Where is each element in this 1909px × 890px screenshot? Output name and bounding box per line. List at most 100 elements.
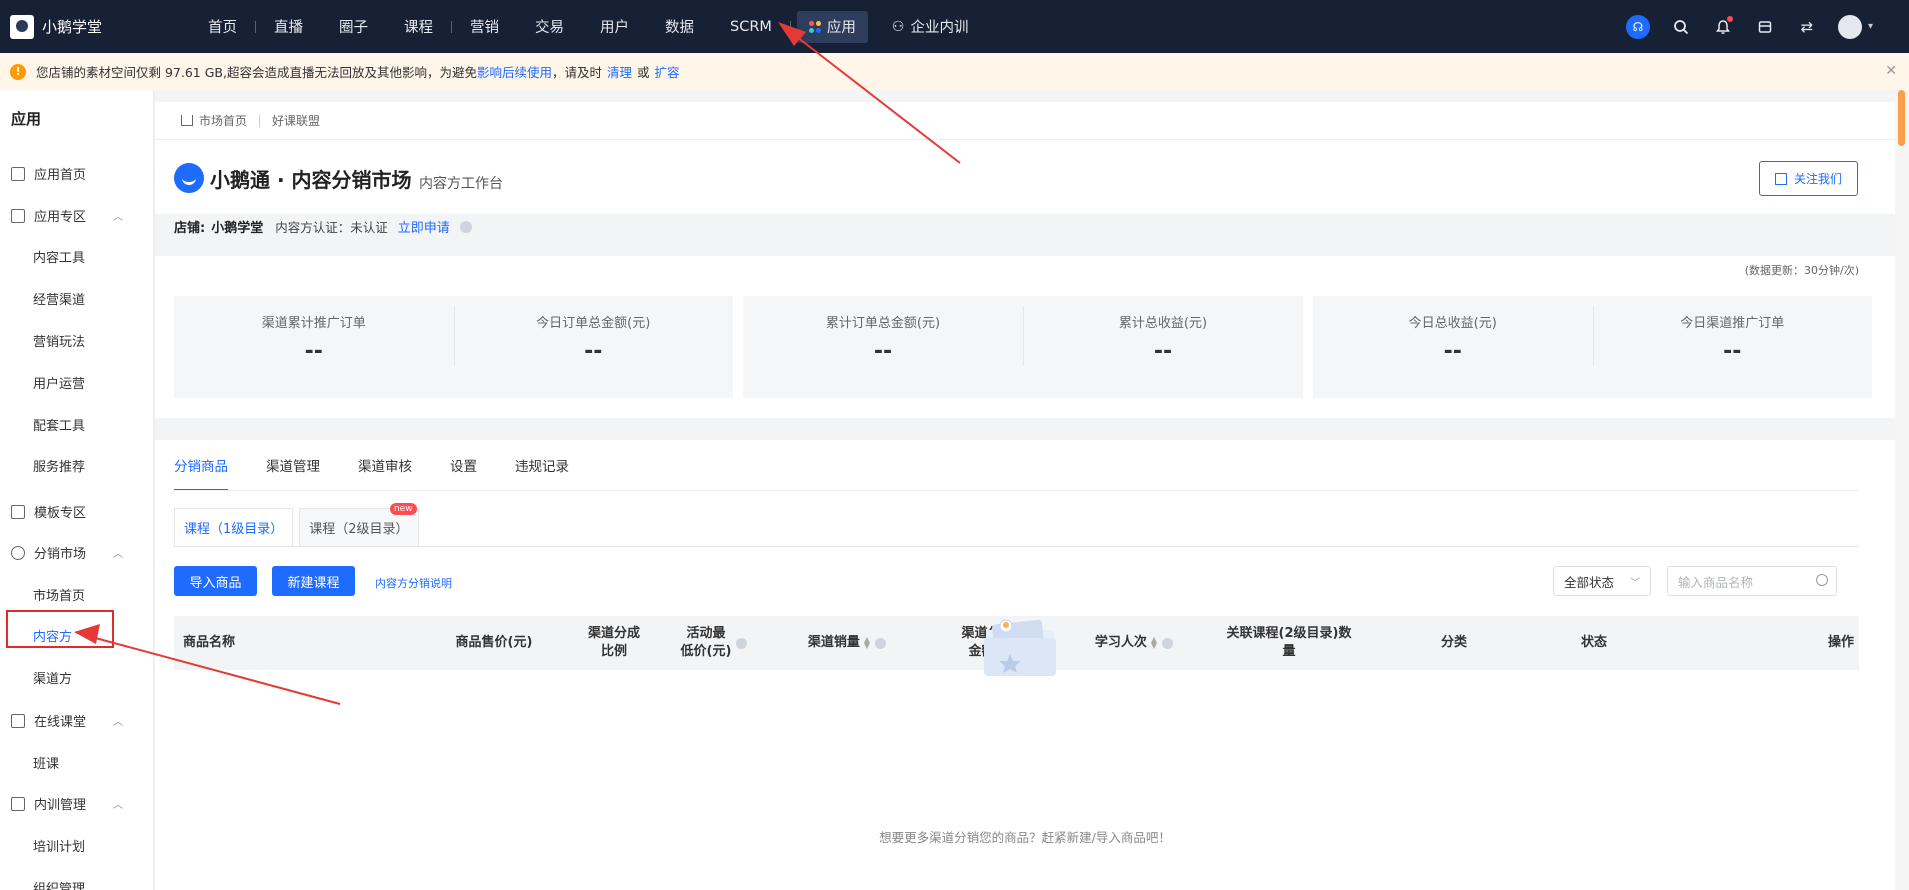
- customer-service-icon[interactable]: ☊: [1625, 14, 1650, 39]
- brand[interactable]: 小鹅学堂: [0, 14, 190, 39]
- empty-folder-illustration: [984, 619, 1056, 676]
- th-channel-sales[interactable]: 渠道销量 ▲ ▼: [792, 616, 902, 670]
- distribution-icon: [11, 545, 25, 560]
- tab-channel-review[interactable]: 渠道审核: [358, 440, 412, 490]
- tab-channel-management[interactable]: 渠道管理: [266, 440, 320, 490]
- alert-text-mid: ，请及时: [551, 65, 602, 80]
- nav-item-users[interactable]: 用户: [582, 0, 647, 53]
- follow-us-button[interactable]: 关注我们: [1759, 161, 1858, 196]
- nav-item-enterprise-training[interactable]: ⚇ 企业内训: [874, 0, 987, 53]
- sidebar-group-internal-training[interactable]: 内训管理 ︿: [0, 794, 155, 813]
- subtab-course-level-2[interactable]: 课程（2级目录） new: [299, 503, 419, 546]
- sort-icon[interactable]: ▲ ▼: [864, 636, 870, 650]
- stat-value: --: [1153, 339, 1173, 364]
- page-subtitle: 内容方工作台: [419, 176, 503, 192]
- apps-icon: [11, 166, 25, 181]
- search-icon[interactable]: [1816, 574, 1828, 586]
- tab-violation-records[interactable]: 违规记录: [515, 440, 569, 490]
- sidebar-item-marketing-play[interactable]: 营销玩法: [0, 331, 155, 350]
- sidebar-item-class-course[interactable]: 班课: [0, 753, 155, 772]
- search-icon[interactable]: [1670, 16, 1692, 38]
- status-filter-select[interactable]: 全部状态 ﹀: [1553, 566, 1651, 596]
- sort-icon[interactable]: ▲ ▼: [1151, 636, 1157, 650]
- th-learners[interactable]: 学习人次 ▲ ▼: [1084, 616, 1184, 670]
- stat-today-channel-orders: 今日渠道推广订单 --: [1592, 296, 1873, 398]
- empty-state-text: 想要更多渠道分销您的商品？赶紧新建/导入商品吧！: [879, 830, 1171, 845]
- nav-item-trade[interactable]: 交易: [517, 0, 582, 53]
- sidebar-item-org-management[interactable]: 组织管理: [0, 878, 155, 890]
- stats-card: (数据更新：30分钟/次) 渠道累计推广订单 -- 今日订单总金额(元) -- …: [155, 256, 1895, 418]
- stat-label: 今日渠道推广订单: [1680, 316, 1785, 331]
- sidebar-item-support-tools[interactable]: 配套工具: [0, 415, 155, 434]
- sidebar-group-distribution-market[interactable]: 分销市场 ︿: [0, 543, 155, 562]
- sidebar-item-user-ops[interactable]: 用户运营: [0, 373, 155, 392]
- avatar[interactable]: [1837, 14, 1862, 39]
- sidebar-item-market-home[interactable]: 市场首页: [0, 585, 155, 604]
- nav-item-scrm[interactable]: SCRM: [712, 0, 790, 53]
- create-course-button[interactable]: 新建课程: [272, 566, 355, 596]
- breadcrumb-good-course-alliance[interactable]: 好课联盟: [272, 112, 320, 129]
- apply-now-link[interactable]: 立即申请: [398, 217, 450, 236]
- sidebar-item-channel-provider[interactable]: 渠道方: [0, 668, 155, 687]
- sidebar-group-app-zone[interactable]: 应用专区 ︿: [0, 206, 155, 225]
- scrollbar-thumb[interactable]: [1898, 90, 1905, 146]
- sidebar-item-content-tools[interactable]: 内容工具: [0, 247, 155, 266]
- nav-item-course[interactable]: 课程: [386, 0, 451, 53]
- sidebar: 应用 应用首页 应用专区 ︿ 内容工具 经营渠道 营销玩法 用户运营 配套工具 …: [0, 90, 155, 890]
- new-badge: new: [389, 503, 417, 515]
- nav-item-apps[interactable]: 应用: [796, 10, 868, 43]
- sidebar-item-service-recommend[interactable]: 服务推荐: [0, 456, 155, 475]
- close-icon[interactable]: ✕: [1885, 63, 1897, 79]
- bell-icon[interactable]: [1712, 15, 1734, 38]
- stat-channel-total-orders: 渠道累计推广订单 --: [174, 296, 454, 398]
- vertical-scrollbar[interactable]: [1895, 90, 1909, 890]
- stat-value: --: [584, 339, 603, 364]
- product-search-input[interactable]: 输入商品名称: [1667, 566, 1837, 596]
- th-category: 分类: [1440, 635, 1467, 650]
- stat-label: 累计总收益(元): [1118, 316, 1208, 331]
- org-tree-icon: ⚇: [891, 18, 905, 35]
- warning-icon: !: [10, 63, 26, 80]
- sidebar-item-training-plan[interactable]: 培训计划: [0, 836, 155, 855]
- nav-item-circle[interactable]: 圈子: [321, 0, 386, 53]
- notification-dot: [1726, 15, 1733, 22]
- help-icon[interactable]: [875, 637, 887, 649]
- shop-info: 店铺: 小鹅学堂 内容方认证：未认证 立即申请: [174, 217, 472, 236]
- sidebar-item-label: 应用专区: [34, 210, 87, 225]
- help-icon[interactable]: [736, 637, 748, 649]
- sidebar-group-templates[interactable]: 模板专区: [0, 502, 155, 521]
- app-zone-icon: [11, 208, 25, 223]
- alert-clean-link[interactable]: 清理: [607, 62, 632, 81]
- market-logo-icon: [174, 163, 204, 193]
- chevron-up-icon: ︿: [113, 549, 123, 560]
- alert-expand-link[interactable]: 扩容: [655, 62, 680, 81]
- stat-value: --: [304, 339, 323, 364]
- import-products-button[interactable]: 导入商品: [174, 566, 257, 596]
- alert-impact-link[interactable]: 影响后续使用: [477, 62, 552, 81]
- switch-icon[interactable]: ⇄: [1796, 16, 1818, 38]
- sidebar-item-business-channels[interactable]: 经营渠道: [0, 289, 155, 308]
- stat-value: --: [873, 339, 893, 364]
- tab-settings[interactable]: 设置: [450, 440, 477, 490]
- help-icon[interactable]: [1162, 637, 1174, 649]
- th-product-name: 商品名称: [183, 635, 236, 650]
- stat-label: 今日订单总金额(元): [536, 316, 651, 331]
- sidebar-item-app-home[interactable]: 应用首页: [0, 164, 155, 183]
- tab-bar: 分销商品 渠道管理 渠道审核 设置 违规记录: [174, 440, 569, 491]
- info-icon[interactable]: [459, 220, 472, 233]
- sidebar-group-online-class[interactable]: 在线课堂 ︿: [0, 711, 155, 730]
- nav-item-home[interactable]: 首页: [190, 0, 255, 53]
- nav-item-live[interactable]: 直播: [256, 0, 321, 53]
- nav-item-data[interactable]: 数据: [647, 0, 712, 53]
- stat-group: 累计订单总金额(元) -- 累计总收益(元) --: [743, 296, 1303, 398]
- chevron-down-icon[interactable]: ▾: [1868, 21, 1873, 32]
- tab-distribution-products[interactable]: 分销商品: [174, 440, 228, 491]
- store-icon[interactable]: [1754, 16, 1776, 38]
- breadcrumb-market-home[interactable]: 市场首页: [199, 112, 247, 129]
- subtab-label: 课程（2级目录）: [309, 522, 409, 537]
- subtab-course-level-1[interactable]: 课程（1级目录）: [174, 508, 294, 546]
- nav-item-marketing[interactable]: 营销: [452, 0, 517, 53]
- highlight-box: [6, 610, 114, 648]
- distribution-guide-link[interactable]: 内容方分销说明: [375, 575, 452, 591]
- apps-grid-icon: [808, 20, 821, 33]
